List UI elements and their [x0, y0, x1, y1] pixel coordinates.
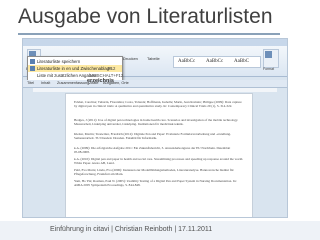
save-icon — [30, 59, 35, 64]
bibliography-entry: Kleiter, Martin; Treuwitter, Friedrich (… — [74, 132, 231, 141]
title-divider — [18, 33, 280, 35]
table-dropdown[interactable]: Tabelle — [147, 56, 160, 61]
bibliography-entry: Eckhat, Carolina; Tuburin, Florentina; C… — [74, 100, 242, 109]
bibliography-entry: Hedges, J (2011): Use of digital pen tec… — [74, 118, 239, 127]
format-button[interactable] — [263, 49, 279, 68]
ribbon-tab-strip[interactable] — [23, 39, 287, 46]
slide-title: Ausgabe von Literaturlisten — [18, 5, 273, 28]
word-screenshot: Einfügen Format AaBbCc AaBbCc AaBbC Lite… — [22, 38, 288, 218]
style-swatch[interactable]: AaBbC — [234, 59, 249, 64]
slide-footer: Einführung in citavi | Christian Reinbot… — [50, 226, 213, 233]
tab-content[interactable]: Inhalt — [41, 81, 50, 85]
document-ruler — [33, 88, 277, 92]
menu-item-clipboard[interactable]: Literaturliste in en und Zwischenablage … — [28, 65, 122, 72]
styles-gallery[interactable]: AaBbCc AaBbCc AaBbC — [173, 56, 261, 68]
bibliography-entry: k.A. (2009): Die erfolgreiche Aufgabe 20… — [74, 146, 231, 155]
menu-item-save-list[interactable]: Literaturliste speichern — [28, 58, 122, 65]
bibliography-entry: k.A. (2010): Digital pen and paper in he… — [74, 157, 244, 166]
format-label: Format — [263, 67, 275, 71]
document-page[interactable]: Eckhat, Carolina; Tuburin, Florentina; C… — [65, 93, 253, 217]
style-swatch[interactable]: AaBbCc — [178, 59, 195, 64]
bibliography-heading: erzeichnis — [87, 78, 114, 84]
clipboard-icon — [30, 66, 35, 71]
style-swatch[interactable]: AaBbCc — [206, 59, 223, 64]
print-dropdown[interactable]: Drucken — [123, 56, 138, 61]
bibliography-entry: Yam, Ho Yin; Rosman, Paul N. (2005): Usa… — [74, 179, 237, 188]
styles-icon — [265, 51, 272, 58]
tab-title[interactable]: Titel — [27, 81, 34, 85]
bibliography-entry: Pahl, Eva Maria; Linda, Eva (2006): Inst… — [74, 168, 234, 177]
tab-summary[interactable]: Zusammenfassung — [57, 81, 89, 85]
document-tab-bar: Titel Inhalt Zusammenfassung Zitate Aufg… — [23, 80, 287, 88]
